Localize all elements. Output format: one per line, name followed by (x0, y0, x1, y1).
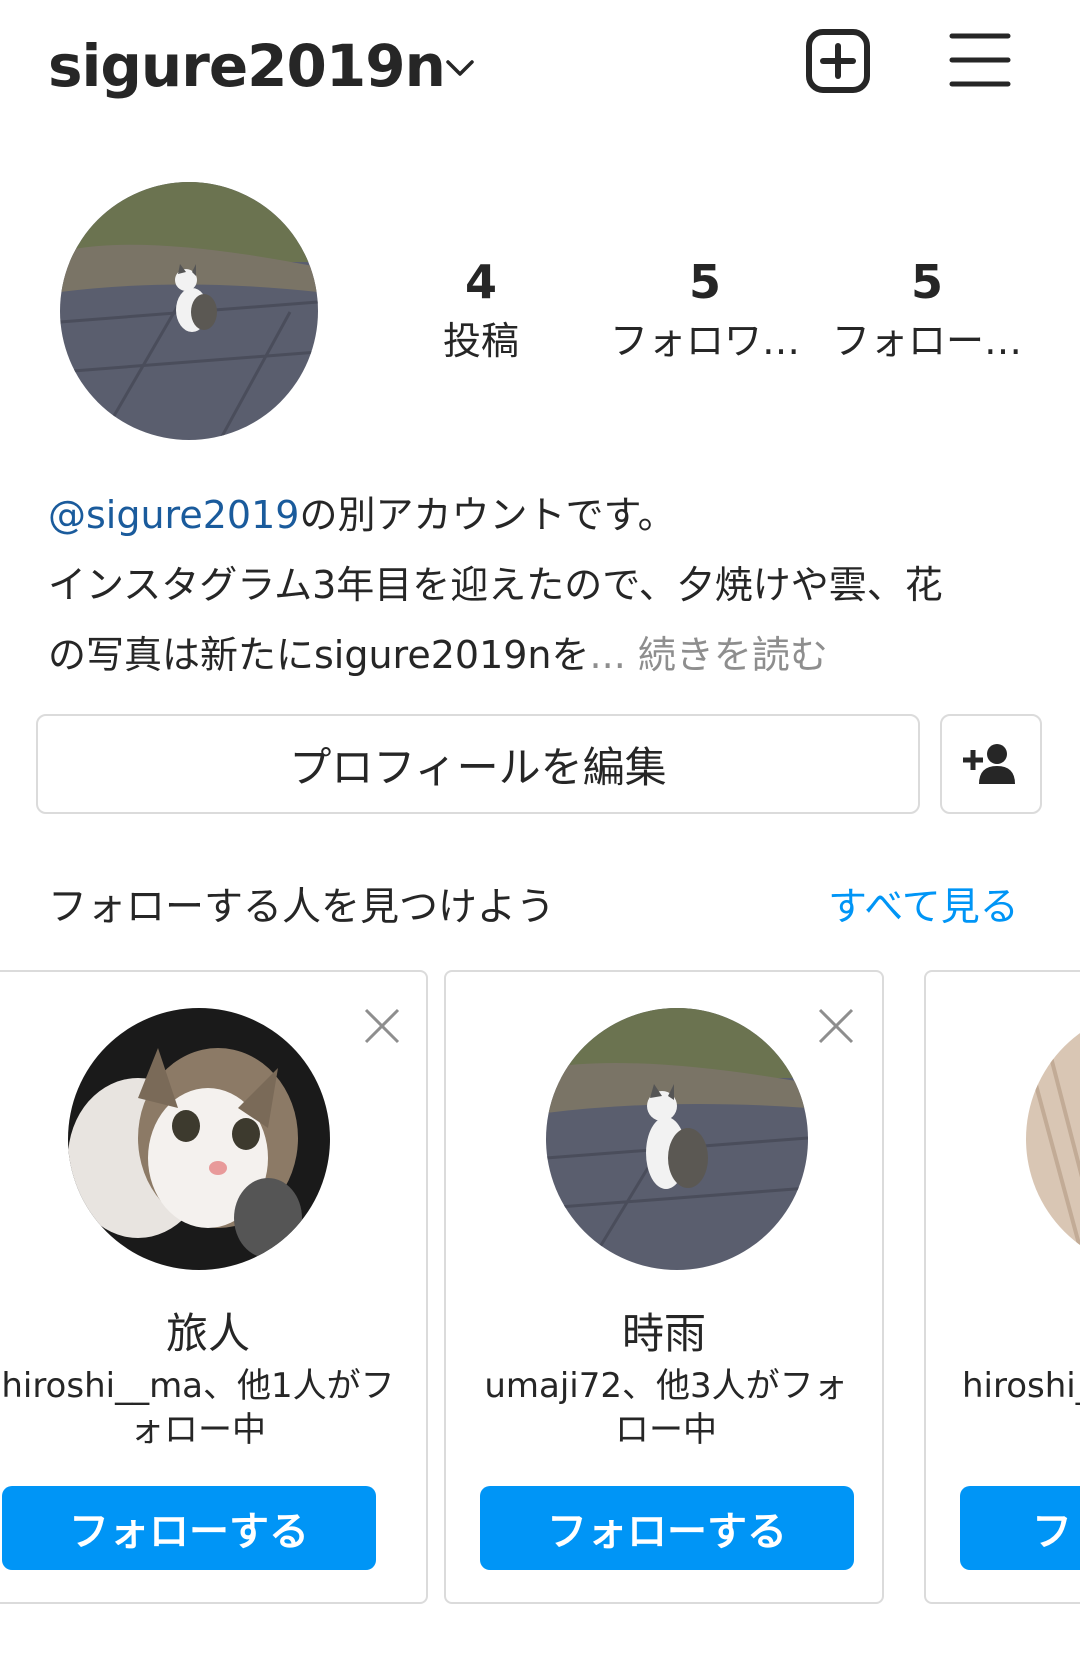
suggestion-context: hiroshi__ma、他1人がフ ォロー中 (0, 1364, 406, 1452)
avatar-cat-photo (60, 182, 318, 440)
suggestion-context: hiroshi_ (962, 1364, 1080, 1408)
follow-button[interactable]: フ (960, 1486, 1080, 1570)
following-count: 5 (910, 255, 943, 309)
bio-line-3-text: の写真は新たにsigure2019nを (48, 633, 590, 677)
follow-button[interactable]: フォローする (480, 1486, 854, 1570)
suggestion-card[interactable]: 旅人 hiroshi__ma、他1人がフ ォロー中 フォローする (0, 970, 428, 1604)
posts-stat[interactable]: 4 投稿 (376, 252, 586, 366)
close-icon[interactable] (816, 1006, 856, 1046)
see-all-link[interactable]: すべて見る (828, 880, 1019, 936)
suggestion-card[interactable]: hiroshi_ フ (924, 970, 1080, 1604)
read-more-link[interactable]: 続きを読む (638, 633, 828, 677)
suggestion-card[interactable]: 時雨 umaji72、他3人がフォ ロー中 フォローする (444, 970, 884, 1604)
profile-bio: @sigure2019の別アカウントです。 インスタグラム3年目を迎えたので、夕… (48, 480, 1058, 690)
following-stat[interactable]: 5 フォロー… (822, 252, 1032, 366)
chevron-down-icon[interactable] (442, 54, 478, 82)
suggestion-context-line-1: umaji72、他3人がフォ (484, 1366, 848, 1406)
bio-line-2: インスタグラム3年目を迎えたので、夕焼けや雲、花 (48, 563, 943, 607)
close-icon[interactable] (362, 1006, 402, 1046)
suggestion-context-line-1: hiroshi_ (962, 1366, 1080, 1406)
suggestion-avatar[interactable] (68, 1008, 330, 1270)
bio-line-1-text: の別アカウントです。 (299, 493, 676, 537)
bio-mention-link[interactable]: @sigure2019 (48, 493, 299, 537)
follow-button-label: フ (1032, 1509, 1072, 1555)
follow-button-label: フォローする (547, 1509, 787, 1555)
bio-line-1: @sigure2019の別アカウントです。 (48, 480, 1058, 550)
suggestion-context-line-2: ォロー中 (130, 1410, 266, 1450)
discover-people-title: フォローする人を見つけよう (48, 885, 556, 930)
suggestion-context: umaji72、他3人がフォ ロー中 (446, 1364, 882, 1452)
followers-count: 5 (688, 255, 721, 309)
profile-avatar[interactable] (60, 182, 318, 440)
suggestion-context-line-1: hiroshi__ma、他1人がフ (1, 1366, 395, 1406)
bio-line-3: の写真は新たにsigure2019nを... 続きを読む (48, 620, 1058, 690)
discover-people-button[interactable] (940, 714, 1042, 814)
cat-photo (546, 1008, 808, 1270)
followers-stat[interactable]: 5 フォロワ… (600, 252, 810, 366)
kitten-photo (68, 1008, 330, 1270)
suggestion-avatar[interactable] (1026, 1008, 1080, 1270)
follow-button[interactable]: フォローする (2, 1486, 376, 1570)
profile-photo (1026, 1008, 1080, 1270)
suggestion-avatar[interactable] (546, 1008, 808, 1270)
posts-label: 投稿 (442, 319, 519, 363)
add-person-icon (963, 744, 1015, 784)
follow-button-label: フォローする (69, 1509, 309, 1555)
posts-count: 4 (464, 255, 497, 309)
new-post-icon[interactable] (805, 28, 871, 94)
followers-label: フォロワ… (609, 319, 800, 363)
bio-ellipsis: ... (589, 633, 638, 677)
edit-profile-label: プロフィールを編集 (289, 742, 667, 792)
following-label: フォロー… (831, 319, 1022, 363)
username-title[interactable]: sigure2019n (48, 26, 446, 106)
suggestion-context-line-2: ロー中 (615, 1410, 717, 1450)
menu-icon[interactable] (948, 30, 1012, 90)
suggestion-name: 旅人 (165, 1309, 250, 1358)
suggestion-name: 時雨 (621, 1309, 706, 1358)
edit-profile-button[interactable]: プロフィールを編集 (36, 714, 920, 814)
